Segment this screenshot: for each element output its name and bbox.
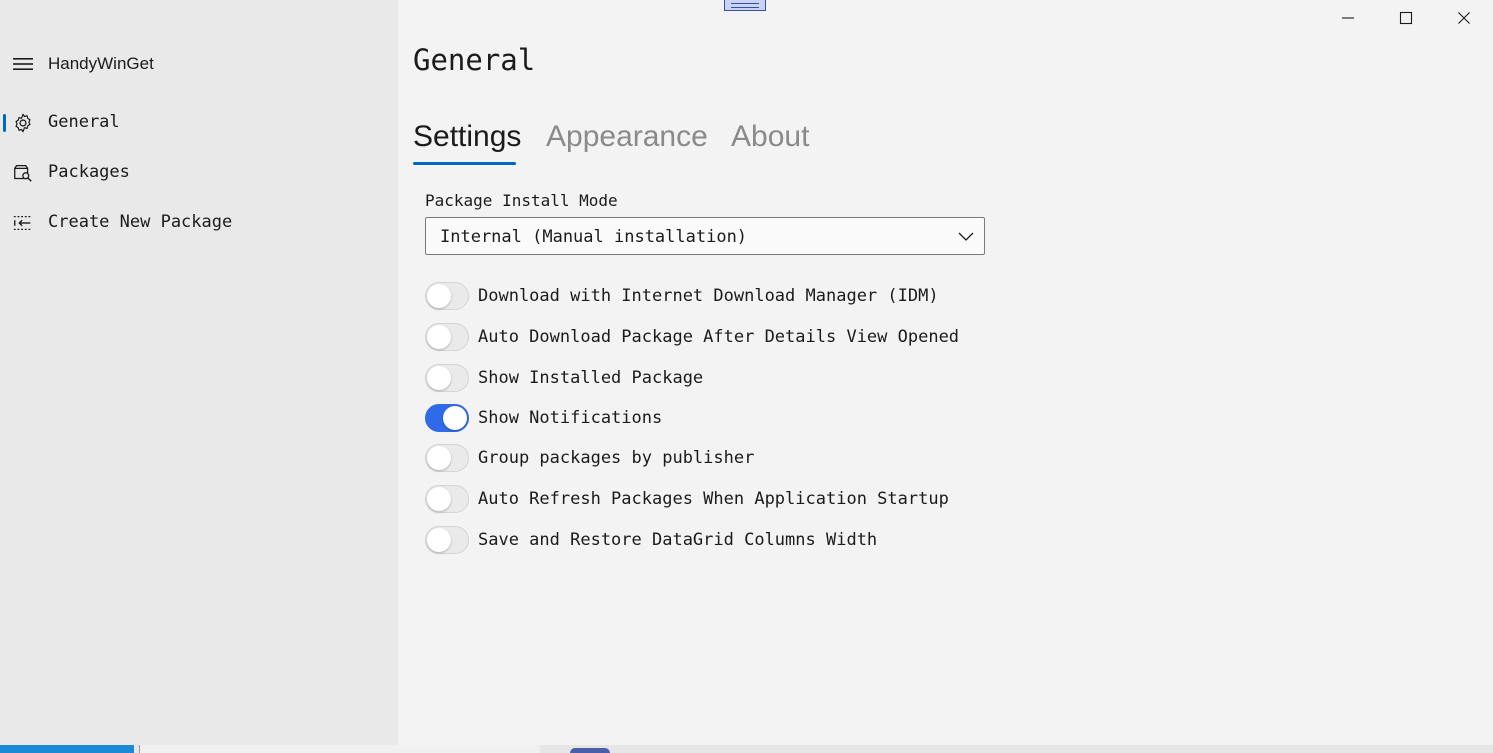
navigation-pane: HandyWinGet General Packages Create New … xyxy=(0,0,398,745)
show-installed-toggle[interactable] xyxy=(425,364,469,392)
toggle-label: Download with Internet Download Manager … xyxy=(478,286,939,306)
sidebar-item-label: General xyxy=(48,112,120,132)
install-mode-value: Internal (Manual installation) xyxy=(440,227,748,247)
show-notifications-toggle[interactable] xyxy=(425,404,469,432)
content-area: General Settings Appearance About Packag… xyxy=(398,0,1493,745)
maximize-button[interactable] xyxy=(1377,0,1435,36)
close-button[interactable] xyxy=(1435,0,1493,36)
toggle-label: Auto Refresh Packages When Application S… xyxy=(478,489,949,509)
idm-toggle[interactable] xyxy=(425,282,469,310)
taskbar-icon xyxy=(570,748,610,753)
toggle-knob xyxy=(427,528,451,552)
auto-download-toggle[interactable] xyxy=(425,323,469,351)
toggle-label: Group packages by publisher xyxy=(478,448,755,468)
toggle-row-auto-download: Auto Download Package After Details View… xyxy=(425,321,1125,353)
taskbar-strip xyxy=(0,745,1493,753)
selection-indicator xyxy=(3,114,6,132)
toggle-row-datagrid-width: Save and Restore DataGrid Columns Width xyxy=(425,524,1125,556)
sidebar-item-packages[interactable]: Packages xyxy=(0,152,390,192)
maximize-icon xyxy=(1399,11,1413,25)
toggle-knob xyxy=(443,406,467,430)
auto-refresh-toggle[interactable] xyxy=(425,485,469,513)
toggle-row-auto-refresh: Auto Refresh Packages When Application S… xyxy=(425,483,1125,515)
group-by-publisher-toggle[interactable] xyxy=(425,444,469,472)
toggle-knob xyxy=(427,446,451,470)
toggle-label: Auto Download Package After Details View… xyxy=(478,327,960,347)
drag-handle[interactable] xyxy=(724,0,766,11)
datagrid-width-toggle[interactable] xyxy=(425,526,469,554)
toggle-knob xyxy=(427,487,451,511)
sidebar-item-create-new-package[interactable]: Create New Package xyxy=(0,202,390,242)
minimize-button[interactable] xyxy=(1319,0,1377,36)
toggle-knob xyxy=(427,325,451,349)
toggle-knob xyxy=(427,366,451,390)
minimize-icon xyxy=(1342,17,1354,19)
toggle-row-group-by-publisher: Group packages by publisher xyxy=(425,442,1125,474)
tab-about[interactable]: About xyxy=(731,120,809,154)
app-window: HandyWinGet General Packages Create New … xyxy=(0,0,1493,745)
toggle-label: Show Notifications xyxy=(478,408,663,428)
install-mode-label: Package Install Mode xyxy=(425,191,618,210)
sidebar-header: HandyWinGet xyxy=(0,44,398,84)
install-mode-dropdown[interactable]: Internal (Manual installation) xyxy=(425,217,985,255)
toggle-row-show-installed: Show Installed Package xyxy=(425,362,1125,394)
close-icon xyxy=(1458,12,1470,24)
toggle-row-show-notifications: Show Notifications xyxy=(425,402,1125,434)
taskbar-divider xyxy=(139,745,540,753)
tab-settings[interactable]: Settings xyxy=(413,120,521,154)
chevron-down-icon xyxy=(958,232,974,241)
tab-appearance[interactable]: Appearance xyxy=(546,120,708,154)
gear-icon xyxy=(15,113,31,133)
toggle-label: Show Installed Package xyxy=(478,368,704,388)
hamburger-menu-icon[interactable] xyxy=(13,56,33,72)
window-controls xyxy=(1319,0,1493,36)
toggle-knob xyxy=(427,284,451,308)
sidebar-item-label: Create New Package xyxy=(48,212,233,232)
page-title: General xyxy=(413,43,536,77)
sidebar-item-label: Packages xyxy=(48,162,130,182)
taskbar-active-item xyxy=(0,745,134,753)
app-title: HandyWinGet xyxy=(48,54,154,73)
active-tab-indicator xyxy=(413,162,516,165)
create-package-icon xyxy=(13,215,33,231)
package-search-icon xyxy=(14,165,32,182)
sidebar-item-general[interactable]: General xyxy=(0,102,390,142)
toggle-label: Save and Restore DataGrid Columns Width xyxy=(478,530,878,550)
toggle-row-idm: Download with Internet Download Manager … xyxy=(425,280,1125,312)
